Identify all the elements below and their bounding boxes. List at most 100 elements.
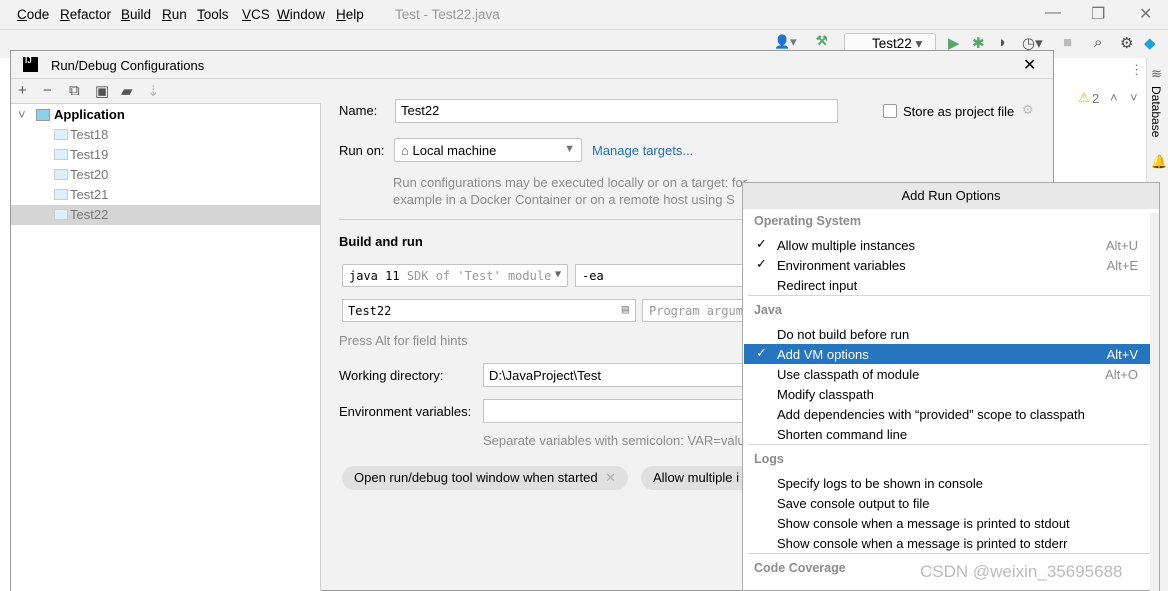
problems-count[interactable]: 2 xyxy=(1092,91,1099,106)
popup-option[interactable]: Do not build before run xyxy=(744,324,1154,344)
menu-code[interactable]: Code xyxy=(17,7,49,22)
run-on-hint-line2: example in a Docker Container or on a re… xyxy=(393,192,735,207)
popup-option[interactable]: ✓ Add VM options Alt+V xyxy=(744,344,1154,364)
menu-refactor[interactable]: Refactor xyxy=(60,7,111,22)
close-dialog-icon[interactable]: ✕ xyxy=(1023,55,1036,75)
tree-group-application[interactable]: ˅ Application xyxy=(11,105,320,125)
option-chip-allow-multiple[interactable]: Allow multiple i xyxy=(641,466,755,490)
run-on-label: Run on: xyxy=(339,143,385,158)
menu-window[interactable]: Window xyxy=(277,7,325,22)
manage-targets-link[interactable]: Manage targets... xyxy=(592,143,693,158)
tree-item-selected[interactable]: Test22 xyxy=(11,205,320,225)
popup-option[interactable]: Specify logs to be shown in console xyxy=(744,473,1154,493)
window-title: Test - Test22.java xyxy=(395,7,500,22)
popup-option[interactable]: Show console when a message is printed t… xyxy=(744,533,1154,553)
menu-help[interactable]: Help xyxy=(336,7,364,22)
copy-icon[interactable]: ⧉ xyxy=(69,82,80,99)
popup-option[interactable]: Add dependencies with “provided” scope t… xyxy=(744,404,1154,424)
database-tab[interactable]: Database xyxy=(1149,86,1163,137)
tree-item[interactable]: Test20 xyxy=(11,165,320,185)
sort-icon[interactable]: ⇣ xyxy=(147,82,160,100)
run-on-select[interactable]: ⌂ Local machine ▼ xyxy=(394,138,582,162)
tree-item[interactable]: Test21 xyxy=(11,185,320,205)
vm-options-input[interactable]: -ea xyxy=(575,264,755,287)
watermark: CSDN @weixin_35695688 xyxy=(920,562,1123,581)
minimize-icon[interactable]: — xyxy=(1045,4,1061,22)
working-directory-input[interactable]: D:\JavaProject\Test xyxy=(483,363,755,387)
option-chip-open-tool-window[interactable]: Open run/debug tool window when started … xyxy=(342,466,629,490)
tree-item[interactable]: Test18 xyxy=(11,125,320,145)
name-label: Name: xyxy=(339,103,378,118)
remove-icon[interactable]: − xyxy=(43,82,52,99)
main-class-input[interactable]: Test22 ▤ xyxy=(342,299,636,322)
popup-scrollbar[interactable] xyxy=(1150,213,1159,591)
menu-run[interactable]: Run xyxy=(162,7,187,22)
chevron-down-icon: ▼ xyxy=(554,269,561,280)
store-as-project-file-label[interactable]: Store as project file xyxy=(903,104,1014,119)
jre-select[interactable]: java 11 SDK of 'Test' module ▼ xyxy=(342,264,568,287)
chevron-down-icon[interactable]: ˅ xyxy=(18,107,26,122)
config-icon xyxy=(54,149,68,160)
popup-option[interactable]: Show console when a message is printed t… xyxy=(744,513,1154,533)
name-input[interactable]: Test22 xyxy=(395,99,838,123)
database-icon[interactable]: ≋ xyxy=(1151,66,1162,82)
close-window-icon[interactable]: ✕ xyxy=(1139,4,1152,24)
config-tree-panel: + − ⧉ ▣ ▰ ⇣ ˅ Application Test18 Test19 … xyxy=(11,79,321,591)
popup-option[interactable]: ✓ Allow multiple instances Alt+U xyxy=(744,235,1154,255)
gear-icon[interactable]: ⚙ xyxy=(1022,102,1034,118)
more-options-icon[interactable]: ⋮ xyxy=(1130,62,1143,78)
environment-variables-input[interactable] xyxy=(483,399,755,423)
popup-option[interactable]: Modify classpath xyxy=(744,384,1154,404)
option-shortcut: Alt+O xyxy=(1105,367,1138,382)
add-icon[interactable]: + xyxy=(18,82,27,99)
option-label: Add dependencies with “provided” scope t… xyxy=(777,407,1085,422)
tree-item-label: Test21 xyxy=(70,187,109,202)
tree-item-label: Test20 xyxy=(70,167,109,182)
previous-icon[interactable]: ˄ xyxy=(1110,90,1118,105)
option-shortcut: Alt+U xyxy=(1105,238,1138,253)
chip-label: Allow multiple i xyxy=(653,470,739,485)
tree-item-label: Test19 xyxy=(70,147,109,162)
new-folder-icon[interactable]: ▰ xyxy=(121,82,133,100)
store-as-project-file-checkbox[interactable] xyxy=(883,104,897,118)
build-hammer-icon[interactable]: ⚒ xyxy=(816,33,828,49)
run-on-value: Local machine xyxy=(412,143,497,158)
popup-option[interactable]: Save console output to file xyxy=(744,493,1154,513)
menu-build[interactable]: Build xyxy=(121,7,151,22)
tree-item-label: Test18 xyxy=(70,127,109,142)
popup-option[interactable]: ✓ Environment variables Alt+E xyxy=(744,255,1154,275)
notifications-icon[interactable]: 🔔 xyxy=(1151,154,1167,170)
toolbox-icon[interactable]: ◆ xyxy=(1144,34,1156,52)
restore-icon[interactable]: ❐ xyxy=(1091,4,1105,24)
popup-option[interactable]: Redirect input xyxy=(744,275,1154,295)
intellij-logo-icon: IJ xyxy=(23,57,38,72)
popup-option[interactable]: Shorten command line xyxy=(744,424,1154,444)
config-icon xyxy=(54,169,68,180)
stop-icon[interactable]: ■ xyxy=(1063,34,1072,51)
checkmark-icon: ✓ xyxy=(756,256,767,271)
coverage-icon[interactable]: ◗ xyxy=(998,34,1007,51)
popup-option[interactable]: Use classpath of module Alt+O xyxy=(744,364,1154,384)
program-arguments-input[interactable]: Program argume xyxy=(642,299,755,322)
warning-icon: ⚠ xyxy=(1078,90,1090,105)
config-icon xyxy=(54,209,68,220)
option-label: Specify logs to be shown in console xyxy=(777,476,983,491)
browse-class-icon[interactable]: ▤ xyxy=(622,302,629,316)
environment-variables-label: Environment variables: xyxy=(339,404,472,419)
account-icon[interactable]: 👤▾ xyxy=(774,34,797,50)
menu-tools[interactable]: Tools xyxy=(197,7,229,22)
option-label: Redirect input xyxy=(777,278,858,293)
settings-gear-icon[interactable]: ⚙ xyxy=(1120,34,1133,52)
option-label: Shorten command line xyxy=(777,427,908,442)
remove-chip-icon[interactable]: ✕ xyxy=(605,470,616,485)
save-icon[interactable]: ▣ xyxy=(95,82,109,100)
popup-section-header: Logs xyxy=(754,452,784,466)
menu-vcs[interactable]: VCS xyxy=(242,7,270,22)
search-icon[interactable]: ⌕ xyxy=(1094,34,1102,51)
tree-item-label: Test22 xyxy=(70,207,109,222)
checkmark-icon: ✓ xyxy=(756,345,767,360)
next-icon[interactable]: ˅ xyxy=(1130,90,1138,105)
tree-item[interactable]: Test19 xyxy=(11,145,320,165)
popup-section-header: Code Coverage xyxy=(754,561,846,575)
option-label: Environment variables xyxy=(777,258,906,273)
